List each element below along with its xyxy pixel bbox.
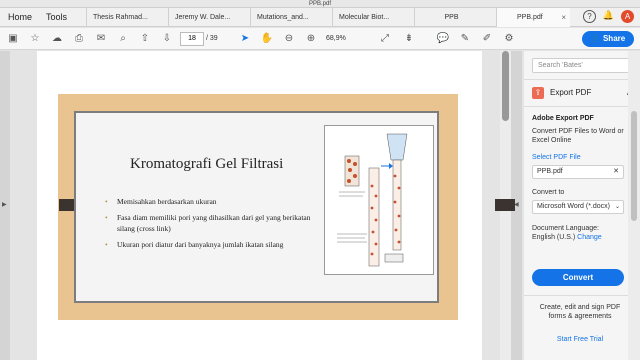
bates-search-input[interactable]: Search 'Bates' — [532, 58, 632, 73]
gel-filtration-illustration — [337, 133, 408, 267]
expand-left-icon[interactable]: ▶ — [2, 201, 7, 208]
page-total: / 39 — [206, 35, 218, 42]
document-tab-label: PPB.pdf — [517, 14, 543, 21]
divider — [524, 295, 640, 296]
scroll-mode-icon[interactable]: ⇟ — [402, 32, 416, 46]
select-cursor-icon[interactable]: ➤ — [238, 32, 252, 46]
slide-decoration-right — [495, 199, 515, 211]
zoom-out-icon[interactable]: ⊖ — [282, 32, 296, 46]
close-tab-icon[interactable]: × — [561, 8, 566, 27]
page-number-input[interactable]: 18 — [180, 32, 204, 46]
user-avatar[interactable]: A — [621, 10, 634, 23]
document-language-row: English (U.S.) Change — [532, 233, 602, 242]
divider — [524, 106, 640, 107]
dropdown-chevron-icon: ⌄ — [614, 204, 620, 210]
zoom-level-select[interactable]: 68,9% — [326, 32, 360, 46]
zoom-search-icon[interactable]: ⌕ — [116, 32, 130, 46]
convert-format-select[interactable]: Microsoft Word (*.docx) ⌄ — [532, 200, 624, 214]
window-titlebar: PPB.pdf — [0, 0, 640, 14]
document-tab[interactable]: Molecular Biot... — [332, 8, 406, 27]
convert-to-label: Convert to — [532, 189, 565, 196]
zoom-in-icon[interactable]: ⊕ — [304, 32, 318, 46]
export-description: Convert PDF Files to Word or Excel Onlin… — [532, 128, 624, 144]
share-button-label: Share — [602, 34, 626, 43]
print-icon[interactable]: ⎙ — [72, 32, 86, 46]
tab-bar: Home Tools Thesis Rahmad... Jeremy W. Da… — [0, 8, 640, 27]
clear-file-icon[interactable]: ✕ — [613, 166, 619, 178]
upload-cloud-icon[interactable]: ☁ — [50, 32, 64, 46]
gel-filtration-figure — [324, 125, 434, 275]
document-tab-label: Thesis Rahmad... — [93, 14, 148, 21]
divider — [524, 79, 640, 80]
comment-icon[interactable]: 💬 — [436, 32, 450, 46]
document-tab-label: PPB — [444, 14, 459, 21]
slide-title: Kromatografi Gel Filtrasi — [130, 156, 284, 172]
convert-format-value: Microsoft Word (*.docx) — [537, 203, 610, 210]
export-pdf-header[interactable]: ⇪Export PDF ∧ — [532, 86, 632, 100]
draw-icon[interactable]: ✐ — [480, 32, 494, 46]
change-language-link[interactable]: Change — [577, 234, 602, 241]
export-pdf-label: Export PDF — [550, 88, 592, 97]
bullet-item: Fasa diam memiliki pori yang dihasilkan … — [105, 212, 315, 234]
slide-content: Kromatografi Gel Filtrasi Memisahkan ber… — [74, 111, 439, 303]
next-page-icon[interactable]: ⇩ — [160, 32, 174, 46]
bookmark-star-icon[interactable]: ☆ — [28, 32, 42, 46]
bullet-item: Memisahkan berdasarkan ukuran — [105, 196, 315, 207]
panel-scrollbar-thumb[interactable] — [631, 111, 637, 221]
document-tab-label: Mutations_and... — [257, 14, 309, 21]
document-tab-label: Molecular Biot... — [339, 14, 390, 21]
stamp-icon[interactable]: ⚙ — [502, 32, 516, 46]
notifications-bell-icon[interactable]: 🔔 — [602, 10, 615, 23]
document-language-label: Document Language: — [532, 225, 599, 232]
document-tab[interactable]: PPB — [414, 8, 488, 27]
selected-file-name: PPB.pdf — [537, 168, 563, 175]
document-tab-label: Jeremy W. Dale... — [175, 14, 231, 21]
email-icon[interactable]: ✉ — [94, 32, 108, 46]
main-toolbar: ▣ ☆ ☁ ⎙ ✉ ⌕ ⇧ ⇩ 18 / 39 ➤ ✋ ⊖ ⊕ 68,9% ⤢ … — [0, 28, 640, 50]
start-free-trial-link[interactable]: Start Free Trial — [532, 335, 628, 344]
fit-page-icon[interactable]: ⤢ — [378, 32, 392, 46]
document-tab[interactable]: Thesis Rahmad... — [86, 8, 160, 27]
save-icon[interactable]: ▣ — [6, 32, 20, 46]
left-pane-toggle[interactable]: ▶ — [0, 51, 10, 360]
document-tab-active[interactable]: PPB.pdf × — [496, 8, 570, 27]
home-tab[interactable]: Home — [8, 8, 32, 27]
select-file-label: Select PDF File — [532, 154, 581, 161]
help-icon[interactable]: ? — [583, 10, 596, 23]
slide: Kromatografi Gel Filtrasi Memisahkan ber… — [58, 94, 515, 320]
share-button[interactable]: 👤 Share — [582, 31, 634, 47]
document-language-value: English (U.S.) — [532, 234, 576, 241]
hand-tool-icon[interactable]: ✋ — [260, 32, 274, 46]
convert-button[interactable]: Convert — [532, 269, 624, 286]
slide-bullets: Memisahkan berdasarkan ukuran Fasa diam … — [105, 196, 315, 255]
previous-page-icon[interactable]: ⇧ — [138, 32, 152, 46]
panel-scrollbar[interactable] — [628, 51, 640, 360]
highlight-pen-icon[interactable]: ✎ — [458, 32, 472, 46]
bullet-item: Ukuran pori diatur dari banyaknya jumlah… — [105, 239, 315, 250]
document-tab[interactable]: Jeremy W. Dale... — [168, 8, 242, 27]
export-pdf-icon: ⇪ — [532, 86, 544, 99]
scrollbar-thumb[interactable] — [502, 51, 509, 121]
document-tab[interactable]: Mutations_and... — [250, 8, 324, 27]
tools-tab[interactable]: Tools — [46, 8, 67, 27]
tools-panel: Search 'Bates' ⇪Export PDF ∧ Adobe Expor… — [524, 51, 640, 360]
promo-text: Create, edit and sign PDF forms & agreem… — [539, 304, 621, 320]
window-title: PPB.pdf — [308, 1, 331, 7]
section-title: Adobe Export PDF — [532, 115, 594, 122]
selected-file-field[interactable]: PPB.pdf ✕ — [532, 165, 624, 179]
